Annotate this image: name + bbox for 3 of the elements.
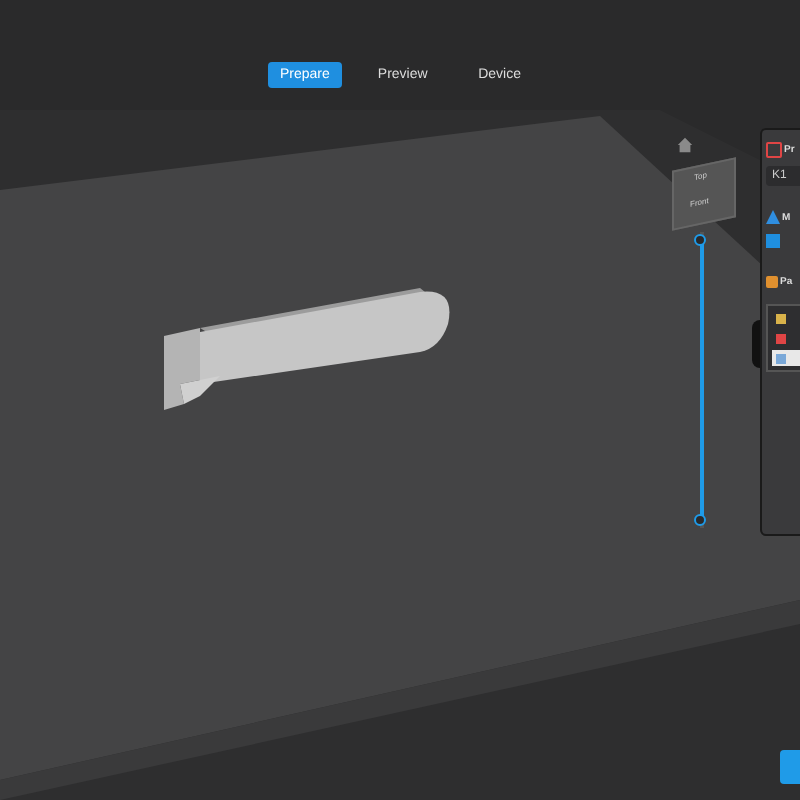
checkbox[interactable] (766, 234, 780, 248)
collapse-handle[interactable] (752, 320, 760, 368)
home-icon[interactable] (676, 136, 694, 154)
